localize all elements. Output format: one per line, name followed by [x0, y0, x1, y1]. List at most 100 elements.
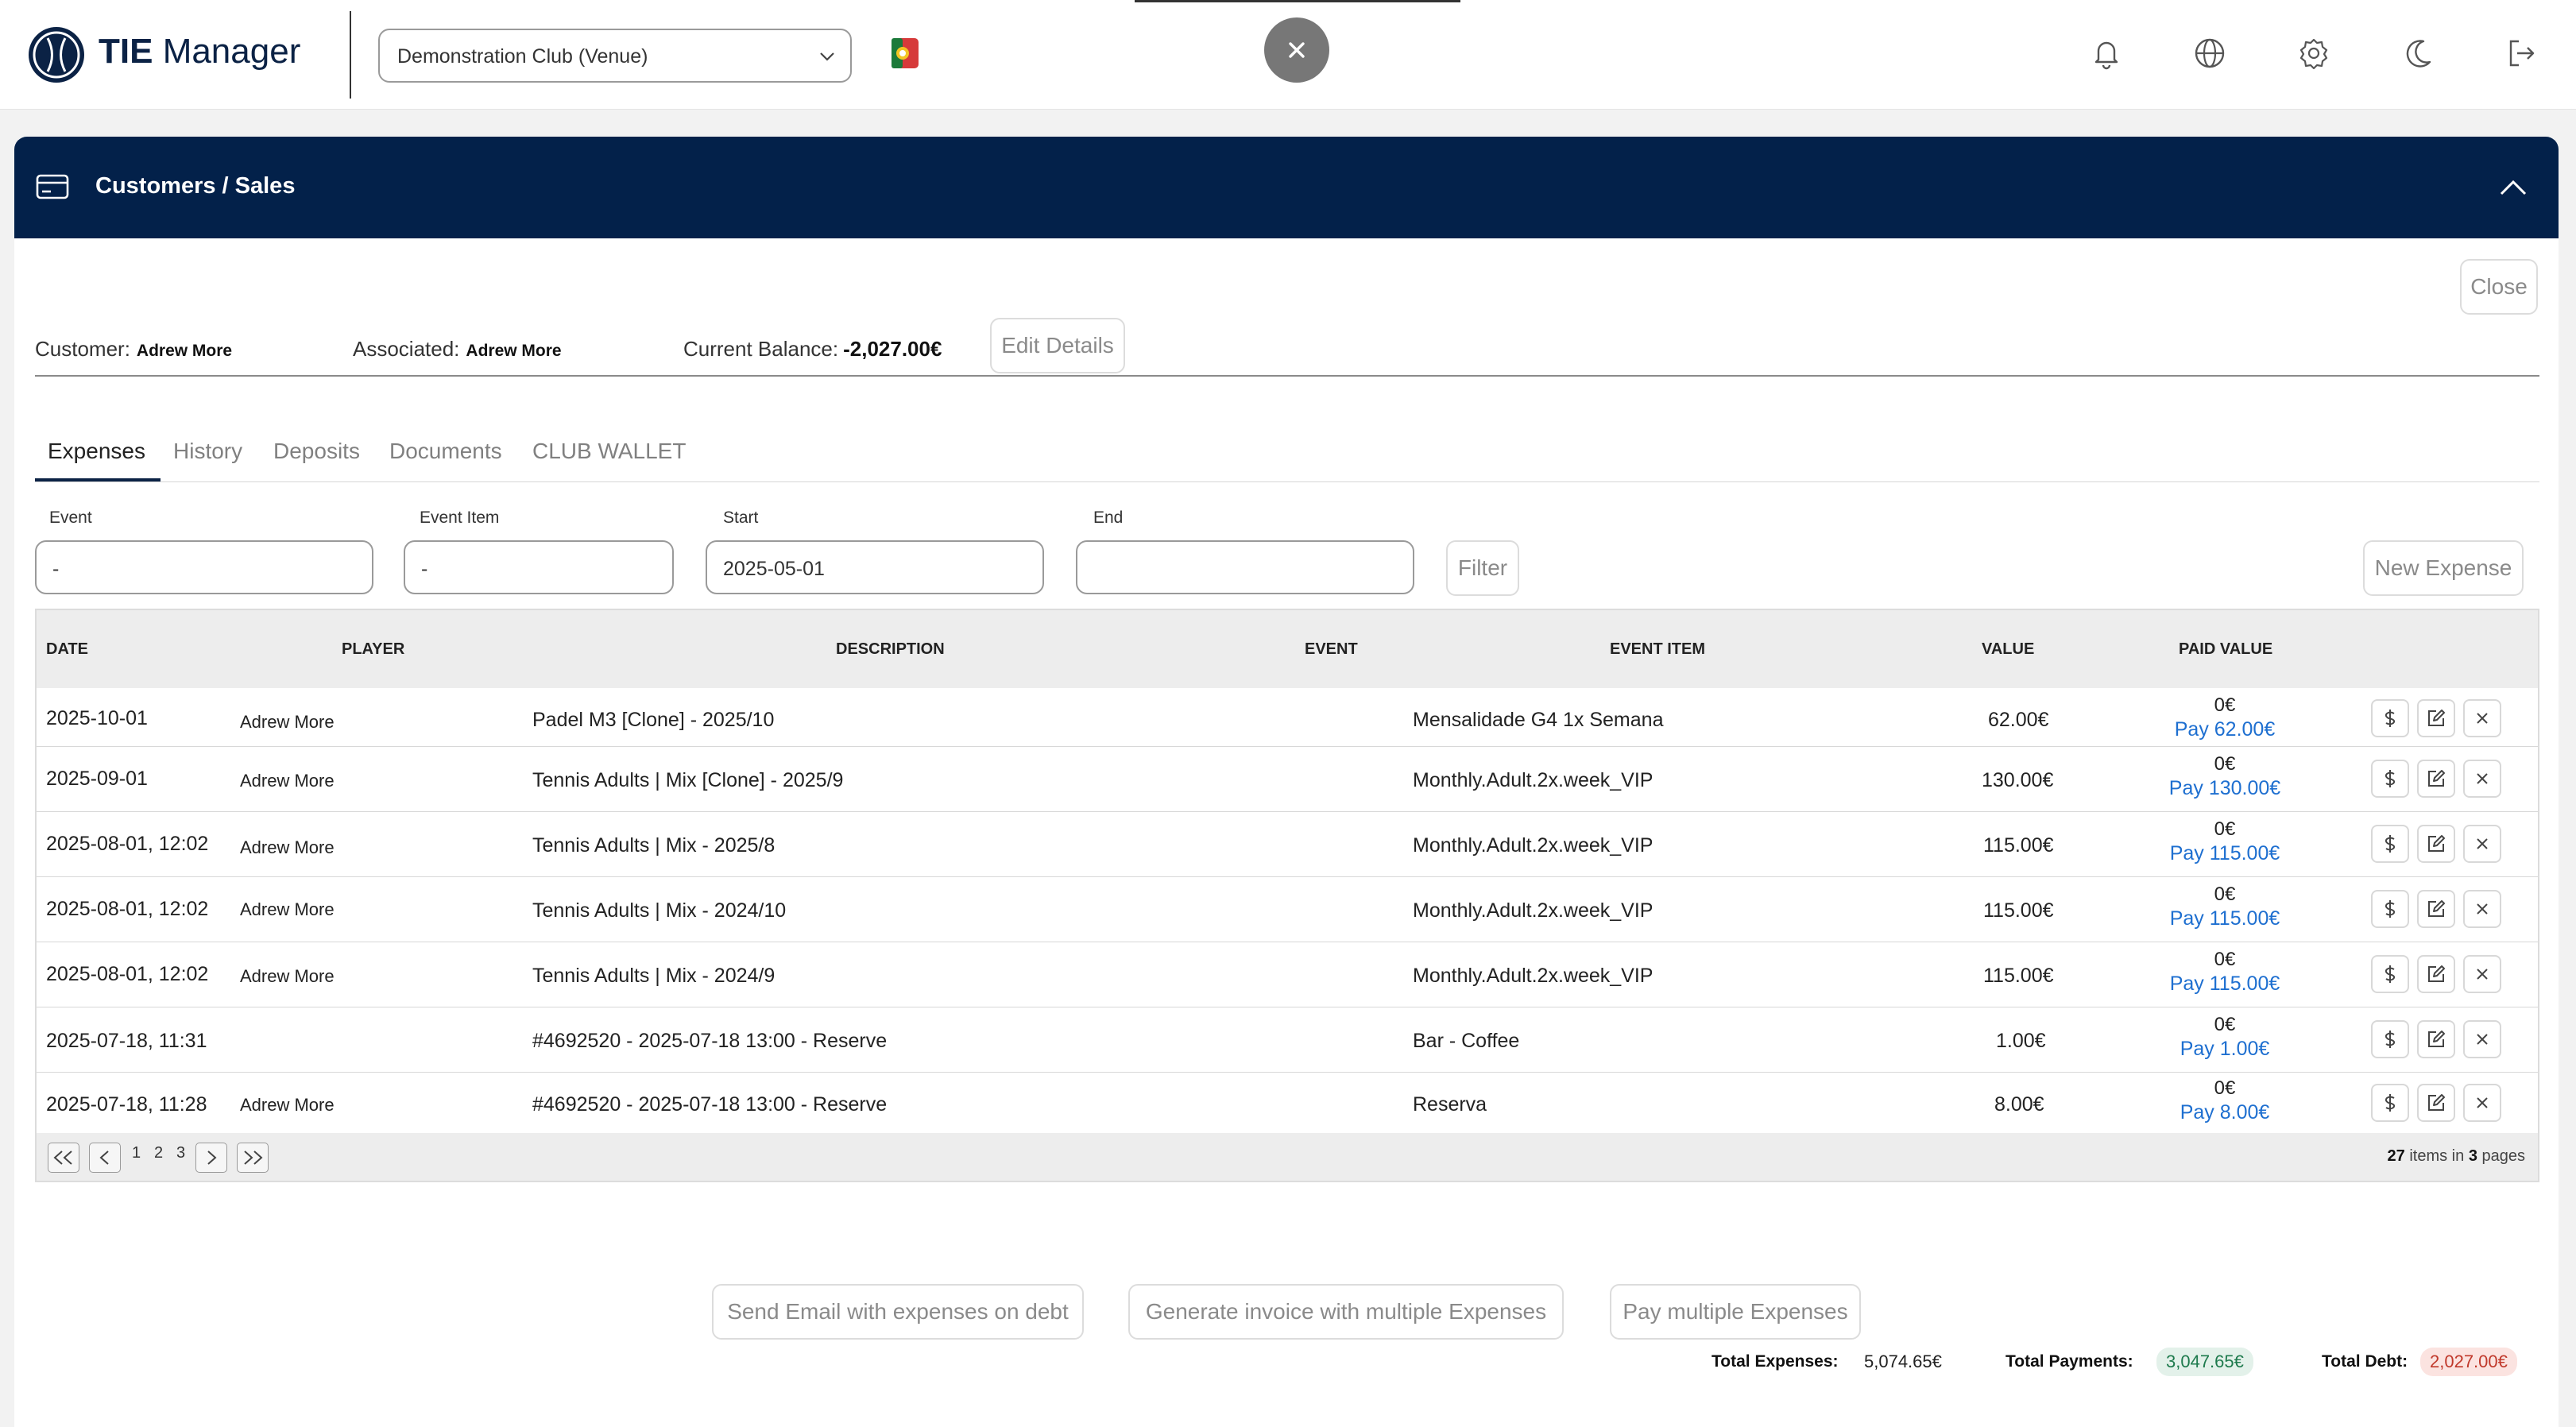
delete-action-button[interactable]: [2463, 1020, 2501, 1058]
tab-deposits[interactable]: Deposits: [273, 439, 360, 486]
club-select-value: Demonstration Club (Venue): [397, 45, 648, 68]
info-divider: [35, 375, 2539, 377]
col-player: PLAYER: [342, 640, 405, 658]
tab-history[interactable]: History: [173, 439, 242, 486]
row-player: Adrew More: [240, 837, 335, 857]
row-paid-value: 0€ Pay 62.00€: [2145, 694, 2304, 741]
edit-action-button[interactable]: [2417, 1020, 2455, 1058]
close-fab-button[interactable]: [1264, 17, 1329, 83]
table-row: 2025-07-18, 11:31 #4692520 - 2025-07-18 …: [37, 1007, 2538, 1073]
pay-action-button[interactable]: [2371, 1084, 2409, 1122]
tab-club-wallet[interactable]: CLUB WALLET: [532, 439, 686, 486]
first-page-button[interactable]: [48, 1143, 79, 1173]
dollar-icon: [2385, 900, 2396, 918]
send-email-button[interactable]: Send Email with expenses on debt: [712, 1284, 1084, 1340]
edit-action-button[interactable]: [2417, 699, 2455, 737]
close-button[interactable]: Close: [2460, 259, 2538, 315]
next-page-button[interactable]: [195, 1143, 227, 1173]
pay-link[interactable]: Pay 115.00€: [2145, 973, 2304, 996]
edit-icon: [2428, 770, 2445, 787]
delete-action-button[interactable]: [2463, 890, 2501, 928]
pay-multiple-button[interactable]: Pay multiple Expenses: [1610, 1284, 1861, 1340]
row-date: 2025-07-18, 11:31: [46, 1030, 207, 1052]
logout-icon: [2509, 40, 2535, 67]
items-mid-text: items in: [2409, 1147, 2465, 1165]
row-description: Padel M3 [Clone] - 2025/10: [532, 709, 775, 731]
flag-icon[interactable]: [887, 35, 923, 72]
pay-link[interactable]: Pay 1.00€: [2145, 1038, 2304, 1061]
row-description: Tennis Adults | Mix - 2025/8: [532, 834, 776, 857]
generate-invoice-button[interactable]: Generate invoice with multiple Expenses: [1128, 1284, 1564, 1340]
bell-icon: [2094, 41, 2118, 70]
last-page-button[interactable]: [237, 1143, 269, 1173]
delete-icon: [2477, 1097, 2488, 1108]
notifications-button[interactable]: [2087, 33, 2126, 73]
pay-action-button[interactable]: [2371, 699, 2409, 737]
col-date: DATE: [46, 640, 88, 658]
chevron-down-icon: [820, 52, 834, 61]
paid-amount: 0€: [2214, 949, 2236, 970]
dollar-icon: [2385, 710, 2396, 727]
prev-page-button[interactable]: [89, 1143, 121, 1173]
pay-action-button[interactable]: [2371, 760, 2409, 798]
filter-button[interactable]: Filter: [1446, 540, 1519, 596]
delete-action-button[interactable]: [2463, 825, 2501, 863]
card-header[interactable]: Customers / Sales: [14, 137, 2559, 238]
new-expense-button[interactable]: New Expense: [2363, 540, 2524, 596]
dollar-icon: [2385, 965, 2396, 983]
edit-action-button[interactable]: [2417, 760, 2455, 798]
start-date-input[interactable]: 2025-05-01: [706, 540, 1044, 594]
pay-action-button[interactable]: [2371, 890, 2409, 928]
pay-link[interactable]: Pay 8.00€: [2145, 1101, 2304, 1124]
tab-documents[interactable]: Documents: [389, 439, 502, 486]
page-1[interactable]: 1: [132, 1144, 141, 1162]
language-button[interactable]: [2190, 33, 2230, 73]
double-chevron-right-icon: [244, 1150, 263, 1165]
settings-button[interactable]: [2294, 33, 2334, 73]
pay-link[interactable]: Pay 115.00€: [2145, 907, 2304, 930]
paid-amount: 0€: [2214, 1077, 2236, 1099]
pay-action-button[interactable]: [2371, 825, 2409, 863]
dark-mode-button[interactable]: [2398, 33, 2438, 73]
club-select[interactable]: Demonstration Club (Venue): [378, 29, 852, 83]
edit-icon: [2428, 965, 2445, 982]
delete-action-button[interactable]: [2463, 760, 2501, 798]
end-date-label: End: [1093, 509, 1124, 527]
pay-link[interactable]: Pay 62.00€: [2145, 718, 2304, 741]
customer-label: Customer:: [35, 337, 130, 361]
edit-details-button[interactable]: Edit Details: [990, 318, 1125, 373]
chevron-up-icon[interactable]: [2495, 170, 2532, 207]
pay-link[interactable]: Pay 130.00€: [2145, 777, 2304, 800]
edit-icon: [2428, 835, 2445, 852]
row-paid-value: 0€ Pay 115.00€: [2145, 884, 2304, 930]
pages-total: 3: [2468, 1147, 2477, 1165]
brand-bold: TIE: [99, 32, 153, 71]
page-2[interactable]: 2: [154, 1144, 163, 1162]
row-player: Adrew More: [240, 899, 335, 919]
gear-icon: [2299, 38, 2328, 70]
total-expenses-label: Total Expenses:: [1712, 1352, 1839, 1371]
event-filter-input[interactable]: -: [35, 540, 373, 594]
page-3[interactable]: 3: [176, 1144, 185, 1162]
edit-action-button[interactable]: [2417, 955, 2455, 993]
edit-action-button[interactable]: [2417, 825, 2455, 863]
row-description: #4692520 - 2025-07-18 13:00 - Reserve: [532, 1030, 888, 1052]
pay-link[interactable]: Pay 115.00€: [2145, 842, 2304, 865]
edit-action-button[interactable]: [2417, 1084, 2455, 1122]
edit-action-button[interactable]: [2417, 890, 2455, 928]
delete-action-button[interactable]: [2463, 1084, 2501, 1122]
pay-action-button[interactable]: [2371, 955, 2409, 993]
dollar-icon: [2385, 770, 2396, 787]
end-date-input[interactable]: [1076, 540, 1414, 594]
pages-word: pages: [2481, 1147, 2526, 1165]
event-item-filter-input[interactable]: -: [404, 540, 674, 594]
row-value: 115.00€: [1983, 899, 2054, 922]
delete-icon: [2477, 713, 2488, 724]
pay-action-button[interactable]: [2371, 1020, 2409, 1058]
associated-value: Adrew More: [466, 342, 562, 360]
row-value: 115.00€: [1983, 834, 2054, 857]
logout-button[interactable]: [2501, 33, 2541, 73]
delete-action-button[interactable]: [2463, 955, 2501, 993]
associated-label: Associated:: [353, 337, 460, 361]
delete-action-button[interactable]: [2463, 699, 2501, 737]
